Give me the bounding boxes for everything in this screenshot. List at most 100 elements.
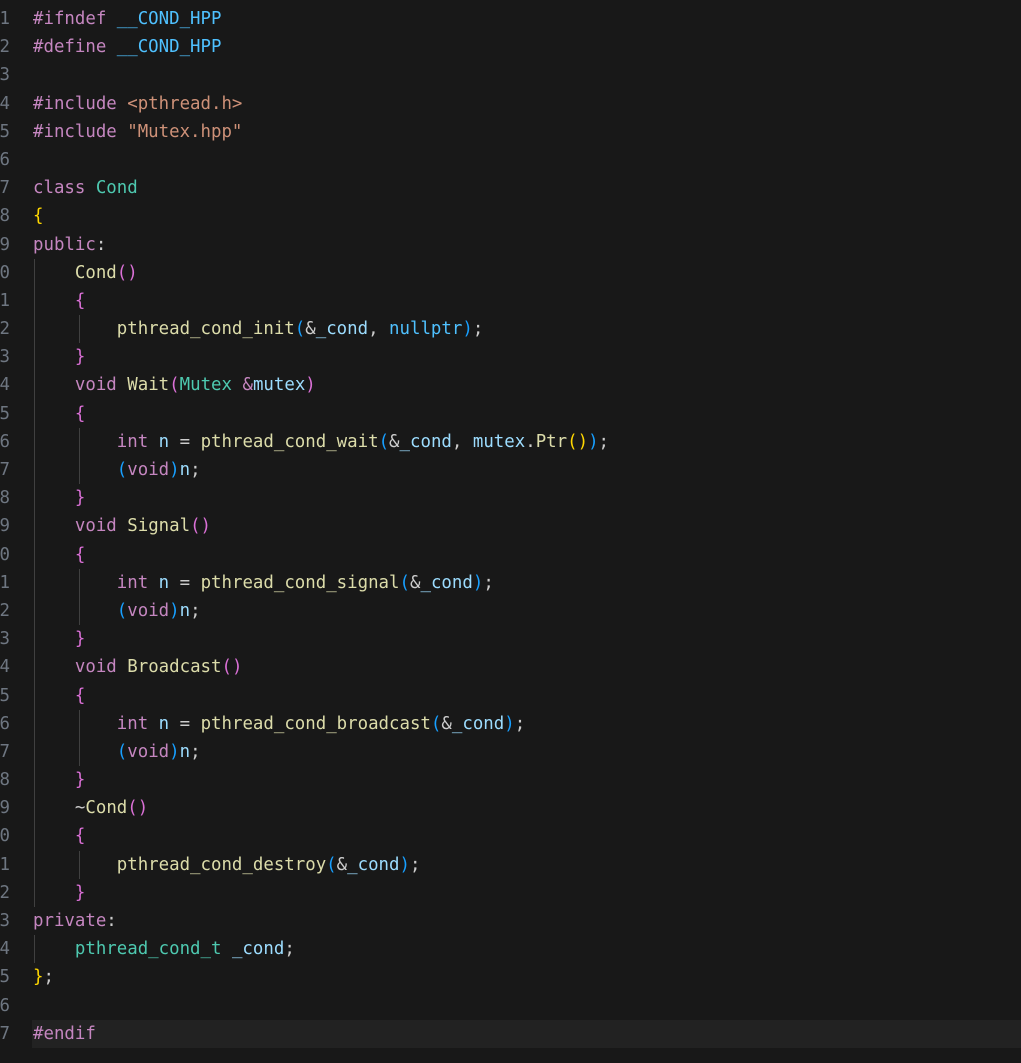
code-line[interactable]: #include <pthread.h> [33, 90, 1021, 118]
code-line[interactable]: pthread_cond_init(&_cond, nullptr); [33, 315, 1021, 344]
line-number: 7 [0, 178, 10, 199]
code-token: void [74, 657, 128, 678]
code-line[interactable]: public: [33, 231, 1021, 259]
code-token: pthread_cond_broadcast [200, 713, 431, 734]
code-token: } [74, 629, 86, 650]
code-line[interactable]: int n = pthread_cond_broadcast(&_cond); [33, 709, 1021, 738]
line-number: 19 [0, 516, 10, 537]
line-number: 15 [0, 403, 10, 424]
code-token: void [127, 741, 170, 762]
code-token: ) [472, 572, 484, 593]
code-line[interactable]: void Broadcast() [33, 653, 1021, 682]
code-line[interactable]: pthread_cond_t _cond; [33, 935, 1021, 964]
code-token: __COND_HPP [116, 9, 222, 29]
code-token: ; [598, 431, 610, 452]
indent-guide [34, 596, 35, 626]
code-line[interactable]: } [33, 878, 1021, 907]
code-area[interactable]: #ifndef __COND_HPP #define __COND_HPP #inc… [32, 5, 1021, 1048]
code-line[interactable]: (void)n; [33, 737, 1021, 767]
code-line[interactable]: { [33, 822, 1021, 851]
code-token: int [116, 431, 159, 452]
code-line-current[interactable]: #endif [32, 1019, 1021, 1048]
code-token: () [127, 798, 149, 819]
code-line[interactable]: } [33, 766, 1021, 795]
code-token: Mutex [179, 375, 243, 396]
line-number: 2 [0, 37, 10, 58]
code-line[interactable]: (void)n; [33, 596, 1021, 626]
code-token: n [179, 460, 191, 480]
line-number: 11 [0, 290, 10, 311]
code-token: n [158, 431, 170, 452]
indent-guide [34, 935, 35, 964]
line-number-gutter: 1234567891011121314151617181920212223242… [0, 5, 12, 1048]
indent-guide [34, 822, 35, 851]
code-token: _cond [420, 572, 473, 593]
code-line[interactable]: Cond() [33, 258, 1021, 287]
line-number: 9 [0, 234, 10, 255]
code-token: . [525, 431, 536, 452]
code-line[interactable]: { [33, 202, 1021, 230]
code-line[interactable]: { [33, 286, 1021, 316]
code-line[interactable]: pthread_cond_destroy(&_cond); [33, 850, 1021, 879]
code-line[interactable]: (void)n; [33, 456, 1021, 485]
indent-guide [34, 653, 35, 682]
code-token: } [74, 347, 86, 368]
indent-guide [79, 737, 81, 767]
code-line[interactable]: }; [33, 963, 1021, 991]
code-line[interactable]: { [33, 399, 1021, 428]
code-token: void [127, 460, 170, 480]
code-line[interactable] [33, 146, 1021, 174]
code-token: Cond [85, 798, 128, 819]
code-line[interactable]: { [33, 540, 1021, 569]
indent-guide [34, 625, 35, 654]
line-number: 14 [0, 375, 10, 396]
code-line[interactable]: int n = pthread_cond_signal(&_cond); [33, 568, 1021, 597]
code-line[interactable]: ~Cond() [33, 794, 1021, 823]
code-line[interactable]: private: [33, 907, 1021, 935]
indent-guide [34, 399, 35, 428]
code-token: n [179, 600, 191, 621]
code-line[interactable]: void Signal() [33, 512, 1021, 541]
code-token: ( [116, 600, 128, 621]
code-token: ( [378, 431, 390, 452]
line-number: 10 [0, 262, 10, 283]
code-token: ) [462, 319, 473, 340]
code-line[interactable]: } [33, 484, 1021, 513]
code-token: int [116, 572, 159, 593]
code-line[interactable]: { [33, 681, 1021, 710]
code-token: () [567, 431, 589, 452]
code-line[interactable] [33, 992, 1021, 1020]
indent-guide [34, 343, 35, 372]
line-number: 21 [0, 572, 10, 593]
code-token: ; [190, 741, 201, 762]
code-line[interactable]: #define __COND_HPP [33, 33, 1021, 61]
line-number: 25 [0, 685, 10, 706]
line-number: 23 [0, 629, 10, 650]
code-token: ( [399, 572, 410, 593]
code-token: { [74, 403, 86, 424]
code-token: ; [190, 600, 201, 621]
code-line[interactable]: class Cond [33, 174, 1021, 202]
code-line[interactable]: } [33, 625, 1021, 654]
indent-guide [79, 456, 81, 485]
code-token: : [95, 234, 107, 255]
code-line[interactable]: #include "Mutex.hpp" [33, 118, 1021, 146]
code-line[interactable] [33, 61, 1021, 89]
line-number: 3 [0, 65, 10, 86]
code-line[interactable]: void Wait(Mutex &mutex) [33, 371, 1021, 400]
code-line[interactable]: } [33, 343, 1021, 372]
code-line[interactable]: #ifndef __COND_HPP [33, 5, 1021, 33]
code-line[interactable]: int n = pthread_cond_wait(&_cond, mutex.… [33, 427, 1021, 456]
code-editor[interactable]: 1234567891011121314151617181920212223242… [0, 0, 1021, 1063]
